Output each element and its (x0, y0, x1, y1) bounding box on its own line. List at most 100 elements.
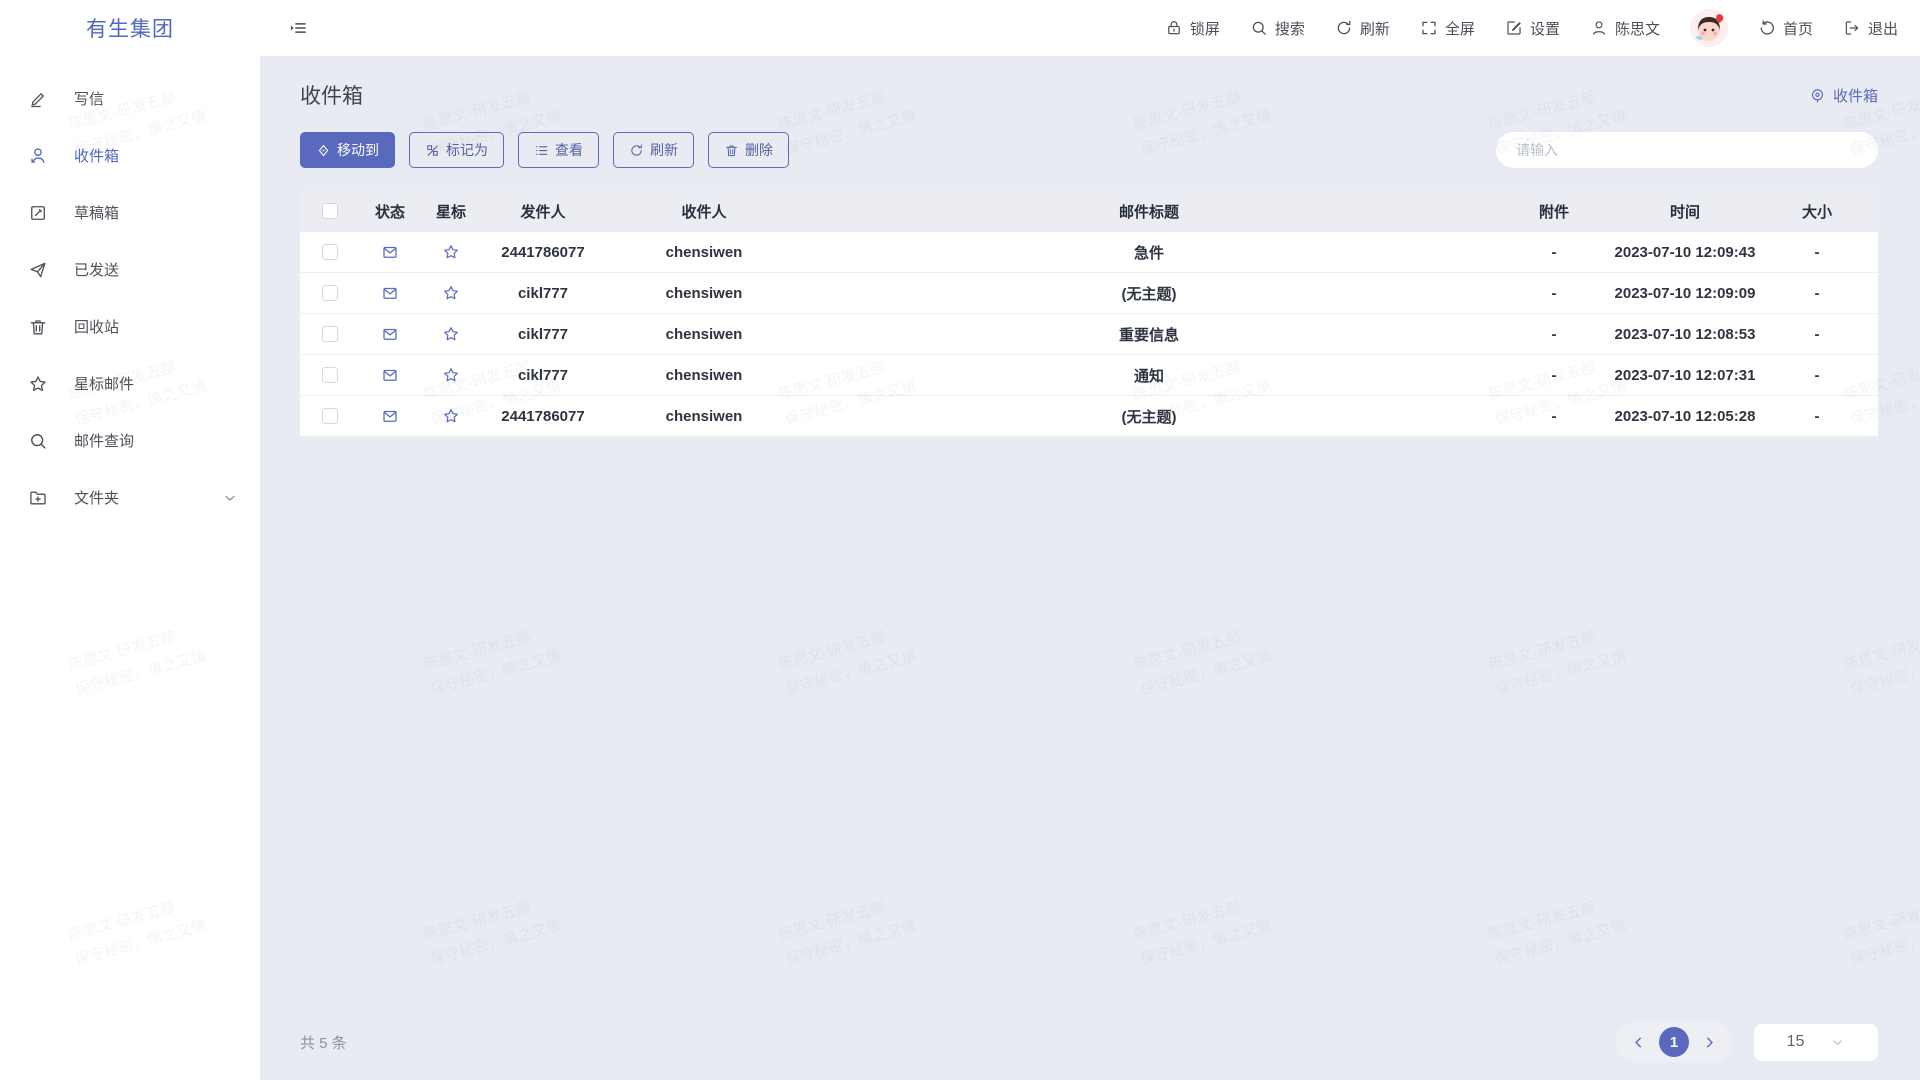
sidebar-item-drafts[interactable]: 草稿箱 (0, 184, 260, 241)
star-icon (28, 374, 48, 394)
mark-as-button[interactable]: 标记为 (409, 132, 504, 168)
sidebar-item-label: 写信 (74, 88, 104, 109)
row-checkbox[interactable] (322, 244, 338, 260)
star-toggle-icon[interactable] (442, 366, 460, 384)
button-label: 删除 (745, 140, 773, 160)
unread-envelope-icon (381, 325, 399, 343)
fullscreen-icon (1420, 19, 1438, 37)
lock-icon (1165, 19, 1183, 37)
sidebar-item-sent[interactable]: 已发送 (0, 241, 260, 298)
action-label: 搜索 (1275, 18, 1305, 39)
refresh-list-button[interactable]: 刷新 (613, 132, 694, 168)
column-header-status: 状态 (360, 201, 420, 222)
delete-button[interactable]: 删除 (708, 132, 789, 168)
mail-subject: (无主题) (804, 283, 1494, 304)
button-label: 移动到 (337, 140, 379, 160)
lock-screen-button[interactable]: 锁屏 (1165, 18, 1220, 39)
mail-row[interactable]: 2441786077 chensiwen 急件 - 2023-07-10 12:… (300, 232, 1878, 273)
sidebar-item-folders[interactable]: 文件夹 (0, 469, 260, 526)
mail-size: - (1756, 285, 1878, 302)
move-to-button[interactable]: 移动到 (300, 132, 395, 168)
mail-size: - (1756, 367, 1878, 384)
mail-row[interactable]: 2441786077 chensiwen (无主题) - 2023-07-10 … (300, 396, 1878, 437)
mail-row[interactable]: cikl777 chensiwen 重要信息 - 2023-07-10 12:0… (300, 314, 1878, 355)
mail-table: 状态 星标 发件人 收件人 邮件标题 附件 时间 大小 2441786077 c… (300, 190, 1878, 437)
sidebar-item-mail-search[interactable]: 邮件查询 (0, 412, 260, 469)
star-toggle-icon[interactable] (442, 407, 460, 425)
star-toggle-icon[interactable] (442, 325, 460, 343)
select-all-checkbox[interactable] (322, 203, 338, 219)
breadcrumb: 收件箱 (1809, 85, 1878, 106)
mail-sender: cikl777 (482, 326, 604, 343)
star-toggle-icon[interactable] (442, 243, 460, 261)
button-label: 刷新 (650, 140, 678, 160)
settings-button[interactable]: 设置 (1505, 18, 1560, 39)
user-avatar[interactable] (1690, 9, 1728, 47)
mail-sender: cikl777 (482, 285, 604, 302)
star-toggle-icon[interactable] (442, 284, 460, 302)
action-label: 刷新 (1360, 18, 1390, 39)
chevron-down-icon[interactable] (222, 490, 238, 506)
view-button[interactable]: 查看 (518, 132, 599, 168)
sidebar-item-trash[interactable]: 回收站 (0, 298, 260, 355)
unread-envelope-icon (381, 366, 399, 384)
view-list-icon (534, 143, 549, 158)
row-checkbox[interactable] (322, 408, 338, 424)
page-size-value: 15 (1787, 1033, 1805, 1051)
sidebar-item-label: 文件夹 (74, 487, 119, 508)
sidebar-item-starred[interactable]: 星标邮件 (0, 355, 260, 412)
sidebar-item-label: 已发送 (74, 259, 119, 280)
next-page-icon[interactable] (1701, 1034, 1718, 1051)
home-button[interactable]: 首页 (1758, 18, 1813, 39)
current-user-button[interactable]: 陈思文 (1590, 18, 1660, 39)
collapse-menu-icon[interactable] (288, 18, 308, 38)
mail-attachment: - (1494, 285, 1614, 302)
mail-attachment: - (1494, 326, 1614, 343)
filter-search-input[interactable] (1496, 132, 1878, 168)
topbar-actions: 锁屏 搜索 刷新 全屏 设置 陈思文 (1165, 9, 1898, 47)
mail-time: 2023-07-10 12:09:09 (1614, 285, 1756, 302)
mail-recipient: chensiwen (604, 408, 804, 425)
mail-size: - (1756, 244, 1878, 261)
current-page-button[interactable]: 1 (1659, 1027, 1689, 1057)
button-label: 查看 (555, 140, 583, 160)
unread-envelope-icon (381, 407, 399, 425)
unread-envelope-icon (381, 243, 399, 261)
search-icon (1250, 19, 1268, 37)
sidebar-item-compose[interactable]: 写信 (0, 70, 260, 127)
row-checkbox[interactable] (322, 285, 338, 301)
mail-recipient: chensiwen (604, 244, 804, 261)
prev-page-icon[interactable] (1630, 1034, 1647, 1051)
column-header-recipient: 收件人 (604, 201, 804, 222)
mail-time: 2023-07-10 12:09:43 (1614, 244, 1756, 261)
mail-time: 2023-07-10 12:08:53 (1614, 326, 1756, 343)
row-checkbox[interactable] (322, 326, 338, 342)
compose-icon (28, 89, 48, 109)
logout-button[interactable]: 退出 (1843, 18, 1898, 39)
move-icon (316, 143, 331, 158)
row-checkbox[interactable] (322, 367, 338, 383)
table-body: 2441786077 chensiwen 急件 - 2023-07-10 12:… (300, 232, 1878, 437)
mail-row[interactable]: cikl777 chensiwen 通知 - 2023-07-10 12:07:… (300, 355, 1878, 396)
main-content: 收件箱 收件箱 移动到 标记为 查看 刷新 删除 (260, 56, 1920, 1080)
sidebar-item-label: 草稿箱 (74, 202, 119, 223)
page-size-select[interactable]: 15 (1754, 1024, 1878, 1061)
mail-attachment: - (1494, 244, 1614, 261)
search-button[interactable]: 搜索 (1250, 18, 1305, 39)
sidebar-item-inbox[interactable]: 收件箱 (0, 127, 260, 184)
user-icon (1590, 19, 1608, 37)
breadcrumb-label: 收件箱 (1833, 85, 1878, 106)
sidebar-item-label: 邮件查询 (74, 430, 134, 451)
mail-sender: 2441786077 (482, 408, 604, 425)
mail-row[interactable]: cikl777 chensiwen (无主题) - 2023-07-10 12:… (300, 273, 1878, 314)
drafts-icon (28, 203, 48, 223)
column-header-sender: 发件人 (482, 201, 604, 222)
action-label: 退出 (1868, 18, 1898, 39)
mail-time: 2023-07-10 12:05:28 (1614, 408, 1756, 425)
mail-subject: 通知 (804, 365, 1494, 386)
refresh-icon (629, 143, 644, 158)
total-count: 共 5 条 (300, 1032, 347, 1053)
fullscreen-button[interactable]: 全屏 (1420, 18, 1475, 39)
refresh-button[interactable]: 刷新 (1335, 18, 1390, 39)
settings-icon (1505, 19, 1523, 37)
